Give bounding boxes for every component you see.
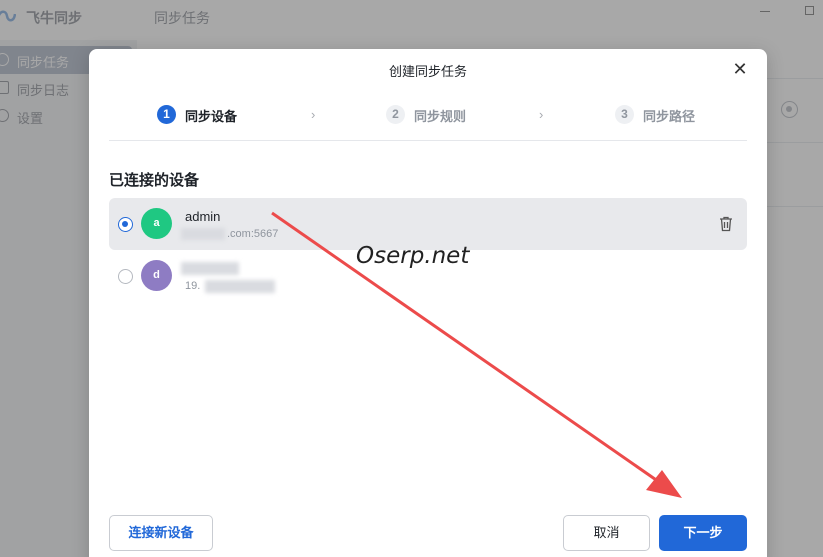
section-title: 已连接的设备	[109, 172, 200, 189]
next-button[interactable]: 下一步	[659, 515, 747, 551]
device-address: 19.	[185, 280, 201, 292]
chevron-right-icon: ›	[311, 107, 316, 122]
avatar: a	[141, 208, 172, 239]
step-number: 2	[386, 105, 405, 124]
chevron-right-icon: ›	[539, 107, 544, 122]
trash-icon[interactable]	[719, 216, 733, 232]
redacted-device-name	[181, 262, 239, 275]
watermark: Oserp.net	[356, 243, 470, 269]
close-icon[interactable]: ✕	[730, 59, 750, 79]
connect-new-device-button[interactable]: 连接新设备	[109, 515, 213, 551]
device-address: .com:5667	[227, 228, 279, 240]
redacted-address	[205, 280, 275, 293]
device-radio[interactable]	[118, 269, 133, 284]
cancel-button[interactable]: 取消	[563, 515, 650, 551]
step-label: 同步规则	[414, 109, 467, 124]
device-name: admin	[185, 209, 221, 224]
device-radio[interactable]	[118, 217, 133, 232]
dialog-title: 创建同步任务	[388, 64, 467, 79]
step-label: 同步路径	[643, 109, 696, 124]
redacted-address	[181, 228, 225, 240]
create-sync-task-dialog: 创建同步任务 ✕ 1 同步设备 › 2 同步规则 › 3 同步路径 已连接的设备…	[89, 49, 767, 557]
step-label: 同步设备	[185, 109, 238, 124]
avatar: d	[141, 260, 172, 291]
divider	[109, 140, 747, 141]
step-number: 3	[615, 105, 634, 124]
step-number: 1	[157, 105, 176, 124]
